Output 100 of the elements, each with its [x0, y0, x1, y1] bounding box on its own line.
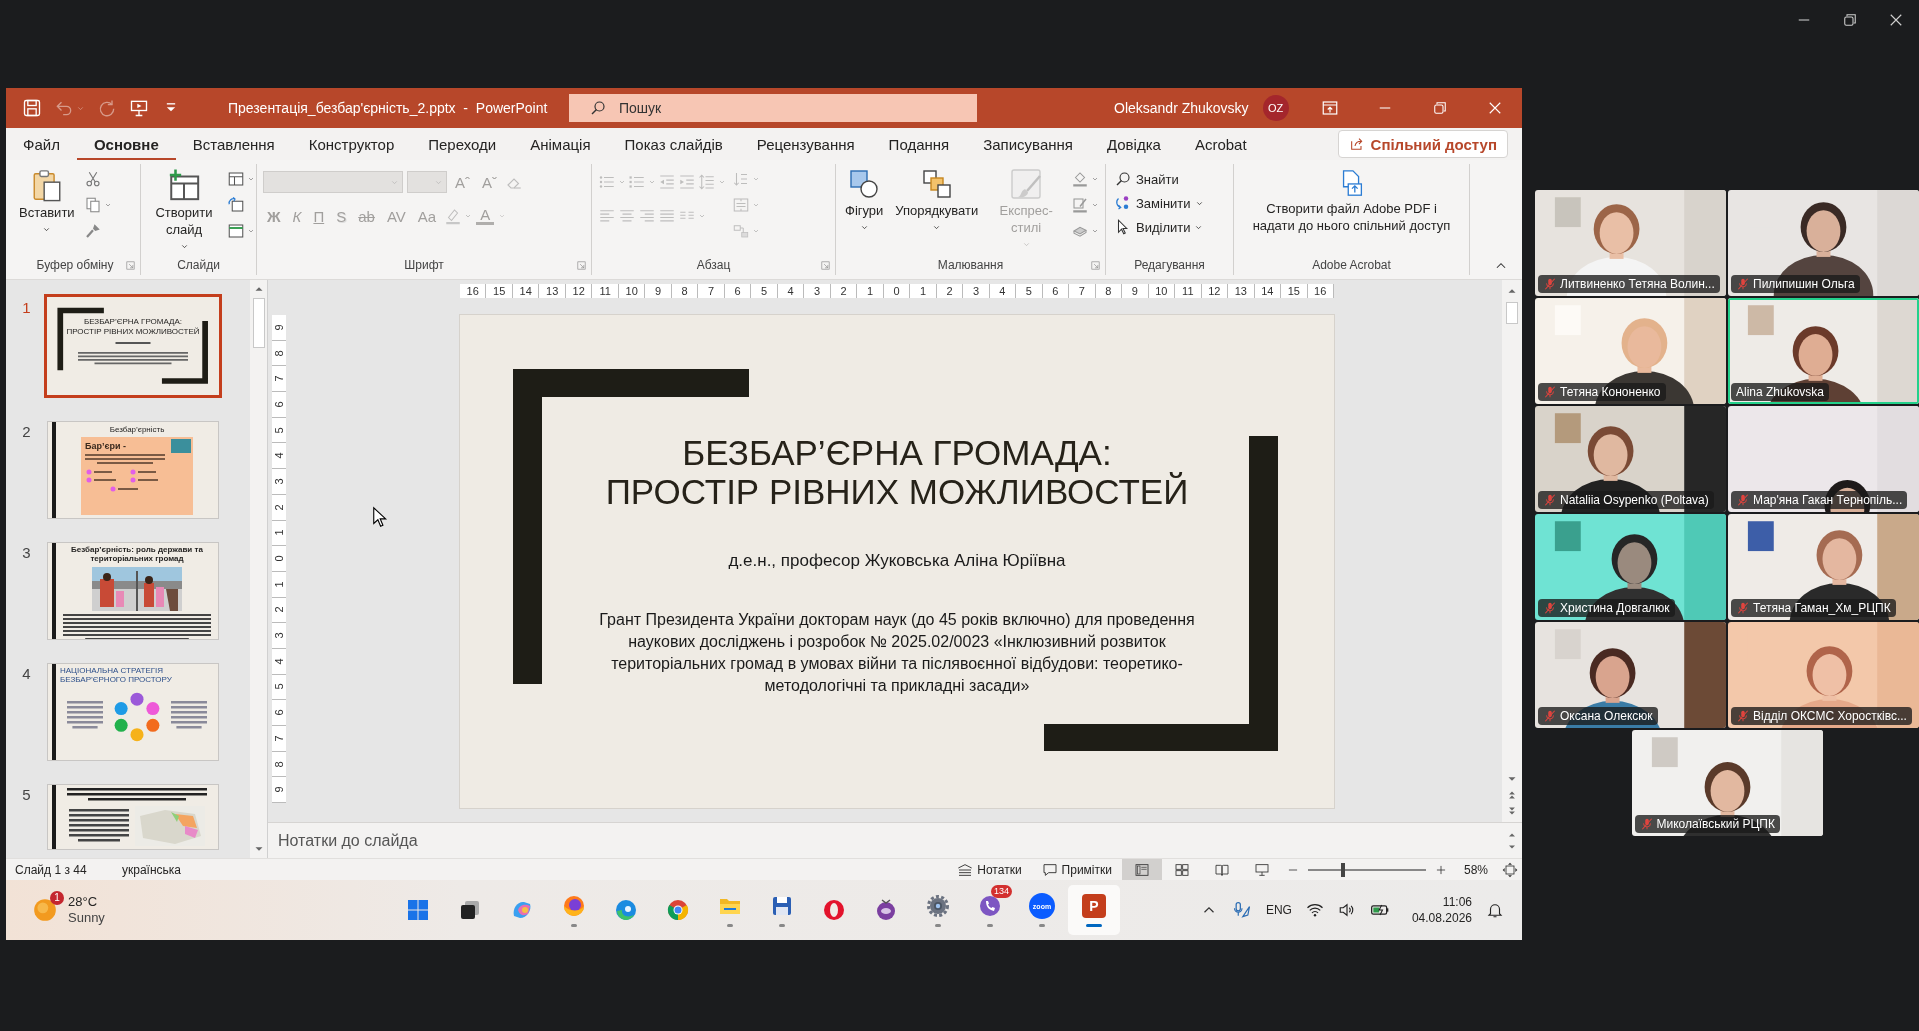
presentation-app-icon[interactable]: P [1082, 894, 1106, 918]
task-view-icon[interactable] [458, 898, 482, 922]
participant-name: Тетяна Гаман_Хм_РЦПК [1753, 601, 1891, 615]
volume-icon[interactable] [1337, 901, 1356, 919]
arrange-button[interactable]: Упорядкувати [892, 166, 982, 234]
caret-icon[interactable] [464, 212, 473, 220]
slide-number: 3 [21, 543, 32, 561]
ribbon-tab[interactable]: Вставлення [175, 130, 292, 161]
pen-icon[interactable] [1071, 196, 1089, 214]
caret-icon[interactable] [648, 178, 656, 186]
thumbnail-title: НАЦІОНАЛЬНА СТРАТЕГІЯ БЕЗБАР’ЄРНОГО ПРОСТОРУ [60, 667, 173, 685]
caret-icon[interactable] [103, 201, 112, 209]
caret-icon[interactable] [247, 175, 255, 183]
fill-bucket-icon[interactable] [1071, 170, 1089, 188]
caret-icon[interactable] [698, 212, 706, 220]
scissors-icon[interactable] [83, 170, 102, 188]
scrollbar[interactable] [250, 280, 268, 858]
ribbon-tab[interactable]: Файл [6, 130, 77, 161]
reset-icon[interactable] [227, 196, 245, 214]
ruler-number: 9 [645, 284, 672, 298]
copy-icon[interactable] [83, 196, 102, 214]
ruler-number: 1 [273, 529, 285, 536]
paste-button[interactable]: Вставити [16, 166, 78, 236]
slide-number: 1 [21, 298, 32, 316]
select-button[interactable]: Виділити [1112, 216, 1206, 238]
caret-icon[interactable] [718, 178, 726, 186]
replace-button[interactable]: Замінити [1112, 192, 1206, 214]
ribbon-tab[interactable]: Анімація [513, 130, 608, 161]
caret-icon[interactable] [618, 178, 626, 186]
fit-icon[interactable] [1502, 861, 1518, 878]
dialog-launcher-icon[interactable] [1090, 259, 1101, 271]
clock-time[interactable]: 11:06 [1442, 894, 1472, 910]
notes-button[interactable]: Нотатки [947, 858, 1032, 881]
layout-icon[interactable] [227, 170, 245, 188]
slide-thumbnail[interactable]: БЕЗБАР’ЄРНА ГРОМАДА: ПРОСТІР РІВНИХ МОЖЛИВОСТЕЙ [44, 294, 222, 398]
comments-button[interactable]: Примітки [1031, 858, 1122, 881]
ribbon-tab[interactable]: Показ слайдів [607, 130, 740, 161]
comment-icon [1041, 861, 1058, 878]
slide-thumbnail[interactable]: Безбар’єрність Бар’єри - [47, 421, 219, 519]
shapes-button[interactable]: Фігури [842, 166, 887, 234]
search-field[interactable]: Пошук [569, 94, 977, 122]
search-icon [1114, 170, 1132, 188]
ruler-number: 11 [592, 284, 619, 298]
start-icon[interactable] [406, 898, 430, 922]
browser-icon[interactable] [666, 898, 690, 922]
notification-icon[interactable] [1486, 901, 1504, 919]
caret-icon[interactable] [752, 201, 760, 209]
participant-name: Відділ ОКСМС Хоростківс... [1753, 709, 1907, 723]
ruler-number: 1 [857, 284, 884, 298]
brush-icon[interactable] [83, 222, 102, 240]
new-slide-button[interactable]: Створити слайд [147, 166, 221, 253]
ribbon-tab[interactable]: Довідка [1089, 130, 1178, 161]
browser-icon[interactable] [562, 894, 586, 918]
caret-icon[interactable] [1091, 201, 1099, 209]
notes-field[interactable]: Нотатки до слайда [268, 822, 1502, 858]
normal-view-icon [1133, 861, 1150, 878]
share-button[interactable]: Спільний доступ [1337, 130, 1508, 158]
user-avatar[interactable]: OZ [1262, 95, 1289, 121]
ribbon-display-icon[interactable] [1321, 99, 1339, 117]
input-language[interactable]: ENG [1265, 903, 1292, 917]
dialog-launcher-icon[interactable] [125, 259, 136, 271]
scrollbar[interactable] [1502, 280, 1522, 822]
zoom-slider-thumb[interactable] [1341, 862, 1346, 877]
microphone-icon[interactable] [1231, 900, 1252, 920]
create-pdf-button[interactable]: Створити файл Adobe PDF і надати до нього спільний доступ [1242, 166, 1461, 237]
caret-icon[interactable] [247, 227, 255, 235]
phone-chat-icon[interactable] [978, 894, 1002, 918]
slide-number: 4 [21, 664, 32, 682]
section-icon[interactable] [227, 222, 245, 240]
find-button[interactable]: Знайти [1112, 168, 1206, 190]
settings-icon[interactable] [926, 894, 950, 918]
slide-thumbnail[interactable] [47, 784, 219, 850]
slide-thumbnail[interactable]: Безбар’єрність: роль держави та територіальних громад [47, 542, 219, 640]
participant-name: Тетяна Кононенко [1560, 385, 1661, 399]
scrollbar-thumb[interactable] [252, 298, 265, 348]
presentation-icon[interactable] [129, 98, 149, 118]
caret-icon[interactable] [498, 212, 507, 220]
scrollbar-thumb[interactable] [1506, 302, 1518, 324]
group-label: Малювання [937, 258, 1004, 272]
save-icon[interactable] [22, 98, 42, 118]
caret-icon[interactable] [752, 175, 760, 183]
view-button[interactable] [1121, 858, 1162, 881]
slide-counter: Слайд 1 з 44 [15, 862, 88, 877]
ribbon-tab[interactable]: Записування [966, 130, 1090, 161]
ribbon-tab[interactable]: Acrobat [1177, 130, 1264, 161]
slide-thumbnail[interactable]: НАЦІОНАЛЬНА СТРАТЕГІЯ БЕЗБАР’ЄРНОГО ПРОСТОРУ [47, 663, 219, 761]
browser-icon[interactable] [614, 898, 638, 922]
ribbon-tab[interactable]: Рецензування [739, 130, 872, 161]
ribbon-tab[interactable]: Переходи [411, 130, 514, 161]
caret-icon[interactable] [1091, 175, 1099, 183]
ribbon-tab[interactable]: Подання [871, 130, 967, 161]
restore-icon[interactable] [1431, 99, 1449, 117]
caret-icon[interactable] [752, 227, 760, 235]
ring-icon[interactable] [822, 898, 846, 922]
tv-icon[interactable] [874, 898, 898, 922]
clock-date[interactable]: 04.08.2026 [1411, 910, 1472, 926]
wifi-icon[interactable] [1305, 901, 1324, 919]
restore-icon[interactable] [1841, 11, 1859, 29]
ribbon-tab[interactable]: Конструктор [291, 130, 412, 161]
caret-icon[interactable] [1091, 227, 1099, 235]
